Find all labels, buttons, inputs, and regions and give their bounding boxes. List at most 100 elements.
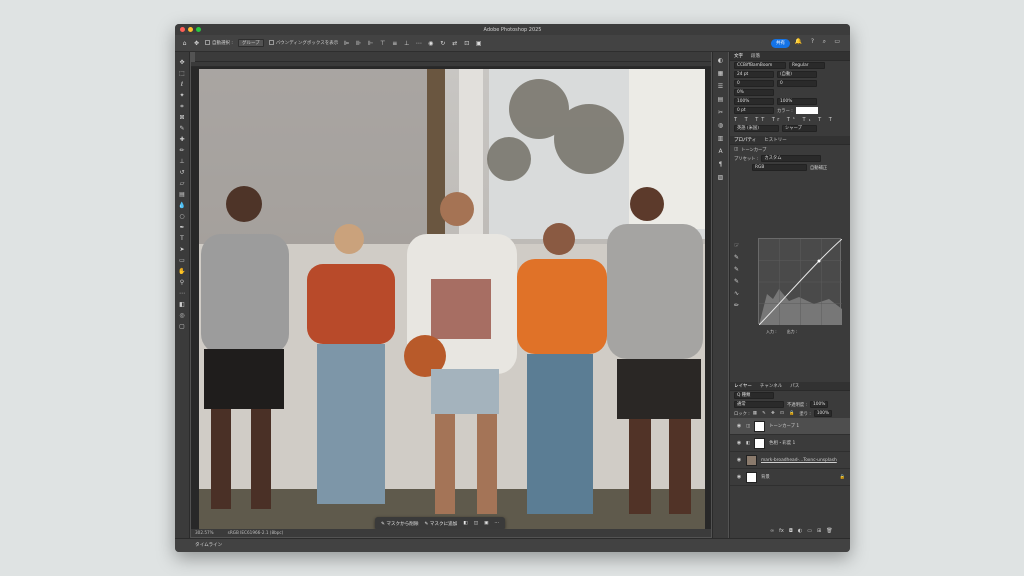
font-size-field[interactable]: 24 pt — [734, 71, 774, 78]
black-point-icon[interactable]: ✎ — [734, 254, 739, 261]
dodge-tool-icon[interactable]: ○ — [177, 212, 187, 222]
move-tool-icon[interactable]: ✥ — [177, 58, 187, 68]
mask-invert-icon[interactable]: ◧ — [463, 521, 467, 526]
opacity-field[interactable]: 100% — [810, 401, 829, 408]
eye-icon[interactable]: ◉ — [736, 457, 742, 463]
blend-mode-select[interactable]: 通常 — [734, 401, 784, 408]
zoom-button[interactable] — [196, 27, 201, 32]
layer-row[interactable]: ◉ 背景 🔒 — [730, 469, 850, 486]
shape-tool-icon[interactable]: ▭ — [177, 256, 187, 266]
layer-name[interactable]: 背景 — [761, 474, 770, 480]
quick-mask-icon[interactable]: ◎ — [177, 311, 187, 321]
font-family-select[interactable]: CCBiffBamBoom — [734, 62, 786, 69]
tab-paths[interactable]: パス — [790, 383, 799, 389]
minimize-button[interactable] — [188, 27, 193, 32]
timeline-tab[interactable]: タイムライン — [195, 543, 222, 548]
eye-icon[interactable]: ◉ — [736, 474, 742, 480]
3d-rotate-icon[interactable]: ↻ — [439, 40, 446, 47]
workspace-icon[interactable]: ▭ — [834, 38, 840, 45]
gray-point-icon[interactable]: ✎ — [734, 266, 739, 273]
layer-filter-select[interactable]: Q 種類 — [734, 392, 774, 399]
auto-button[interactable]: 自動補正 — [810, 165, 827, 171]
crop-tool-icon[interactable]: ⌗ — [177, 102, 187, 112]
vertical-scale-field[interactable]: 100% — [734, 98, 774, 105]
layer-row[interactable]: ◉ ◧ 色相・彩度 1 — [730, 435, 850, 452]
frame-tool-icon[interactable]: ⊠ — [177, 113, 187, 123]
transform-controls-checkbox[interactable]: バウンディングボックスを表示 — [268, 40, 338, 46]
glyphs-icon[interactable]: A — [716, 147, 725, 156]
trash-icon[interactable]: 🗑 — [826, 528, 832, 534]
3d-scale-icon[interactable]: ⊡ — [463, 40, 470, 47]
tools-icon[interactable]: ✂ — [716, 108, 725, 117]
home-icon[interactable]: ⌂ — [181, 40, 188, 47]
type-tool-icon[interactable]: T — [177, 234, 187, 244]
layer-mask-thumbnail[interactable] — [754, 420, 766, 432]
add-mask-icon[interactable]: ◘ — [789, 528, 793, 534]
eye-icon[interactable]: ◉ — [736, 440, 742, 446]
layer-name[interactable]: トーンカーブ 1 — [769, 423, 799, 429]
text-color-swatch[interactable] — [795, 107, 818, 114]
tab-channels[interactable]: チャンネル — [760, 383, 782, 389]
align-top-icon[interactable]: ⊤ — [379, 40, 386, 47]
preset-select[interactable]: カスタム — [761, 155, 822, 162]
3d-slide-icon[interactable]: ⇄ — [451, 40, 458, 47]
stamp-tool-icon[interactable]: ⊥ — [177, 157, 187, 167]
font-style-select[interactable]: Regular — [789, 62, 825, 69]
close-button[interactable] — [180, 27, 185, 32]
align-center-icon[interactable]: ⊪ — [355, 40, 362, 47]
autoselect-dropdown[interactable]: グループ — [237, 39, 264, 47]
canvas-photo[interactable] — [199, 69, 705, 533]
layer-mask-thumbnail[interactable] — [754, 437, 766, 449]
new-layer-icon[interactable]: ⊞ — [817, 528, 821, 534]
healing-brush-icon[interactable]: ✚ — [177, 135, 187, 145]
tsume-field[interactable]: 0% — [734, 89, 774, 96]
mask-more-icon[interactable]: ⋯ — [494, 521, 499, 526]
zoom-level[interactable]: 302.57% — [195, 529, 214, 537]
layer-name[interactable]: 色相・彩度 1 — [769, 440, 795, 446]
eye-icon[interactable]: ◉ — [736, 423, 742, 429]
share-button[interactable]: 共有 — [771, 39, 790, 48]
tab-character[interactable]: 文字 — [734, 53, 743, 59]
help-icon[interactable]: ? — [811, 38, 814, 45]
screen-mode-icon[interactable]: ▢ — [177, 322, 187, 332]
layer-name[interactable]: mark-broadhead-...Toxnc-unsplash — [761, 458, 837, 463]
fill-field[interactable]: 100% — [813, 410, 833, 417]
history-brush-icon[interactable]: ↺ — [177, 168, 187, 178]
clone-source-icon[interactable]: ▥ — [716, 134, 725, 143]
channel-select[interactable]: RGB — [752, 164, 807, 171]
group-icon[interactable]: ▭ — [807, 528, 812, 534]
mask-refine-icon[interactable]: ▣ — [484, 521, 488, 526]
leading-field[interactable]: (自動) — [777, 71, 817, 78]
tab-history[interactable]: ヒストリー — [764, 137, 787, 143]
fx-icon[interactable]: fx — [779, 528, 784, 534]
color-swatches-icon[interactable]: ◧ — [177, 300, 187, 310]
horizontal-scale-field[interactable]: 100% — [777, 98, 817, 105]
mask-add-button[interactable]: ✎ マスクに追加 — [424, 521, 457, 527]
blur-tool-icon[interactable]: 💧 — [177, 201, 187, 211]
tab-layers[interactable]: レイヤー — [734, 383, 752, 389]
target-adjust-icon[interactable]: ☞ — [734, 242, 739, 249]
tracking-field[interactable]: 0 — [777, 80, 817, 87]
info-icon[interactable]: ▨ — [716, 173, 725, 182]
layer-row[interactable]: ◉ mark-broadhead-...Toxnc-unsplash — [730, 452, 850, 469]
libraries-icon[interactable]: ▤ — [716, 95, 725, 104]
curves-graph[interactable] — [758, 238, 843, 326]
pen-tool-icon[interactable]: ✒ — [177, 223, 187, 233]
pencil-mode-icon[interactable]: ✏ — [734, 302, 739, 309]
zoom-tool-icon[interactable]: ⚲ — [177, 278, 187, 288]
type-style-buttons[interactable]: T T TT Tr T¹ T₁ T T — [730, 115, 850, 124]
marquee-tool-icon[interactable]: ⬚ — [177, 69, 187, 79]
color-icon[interactable]: ◐ — [716, 56, 725, 65]
paragraph-icon[interactable]: ¶ — [716, 160, 725, 169]
bell-icon[interactable]: 🔔 — [795, 38, 802, 45]
adjustments-icon[interactable]: ☰ — [716, 82, 725, 91]
3d-mode-icon[interactable]: ◉ — [427, 40, 434, 47]
path-select-icon[interactable]: ➤ — [177, 245, 187, 255]
hand-tool-icon[interactable]: ✋ — [177, 267, 187, 277]
gradient-icon[interactable]: ▤ — [177, 190, 187, 200]
curve-point[interactable] — [817, 259, 821, 263]
align-bottom-icon[interactable]: ⊥ — [403, 40, 410, 47]
lock-icons[interactable]: ▦ ✎ ✥ ⊡ 🔒 — [753, 411, 797, 416]
more-tools-icon[interactable]: ⋯ — [177, 289, 187, 299]
antialias-select[interactable]: シャープ — [782, 125, 817, 132]
